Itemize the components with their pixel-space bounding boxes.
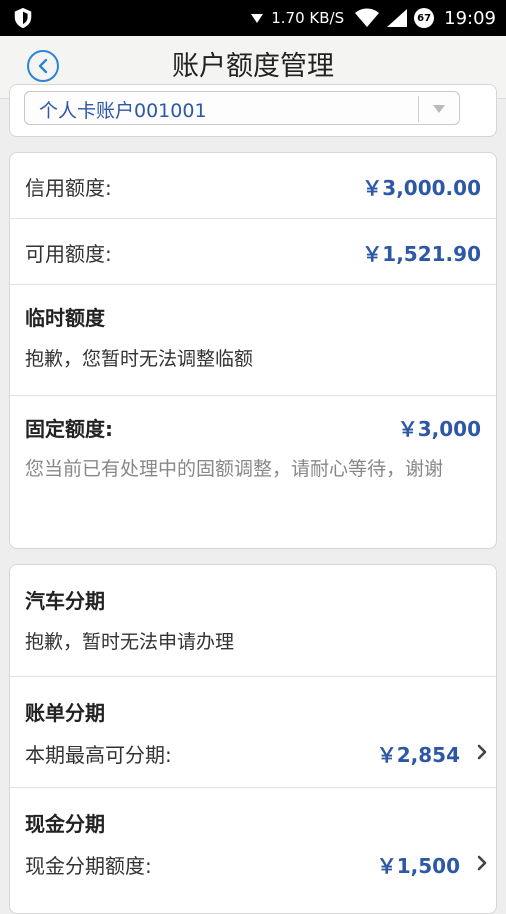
fixed-limit-note: 您当前已有处理中的固额调整，请耐心等待，谢谢 [25, 458, 444, 480]
fixed-limit-value: ￥3,000 [397, 417, 481, 441]
cash-installment-title: 现金分期 [25, 812, 105, 836]
credit-limit-label: 信用额度: [25, 175, 112, 200]
limits-card: 信用额度: ￥3,000.00 可用额度: ￥1,521.90 临时额度 抱歉，… [9, 152, 497, 549]
clock: 19:09 [444, 7, 496, 29]
temporary-limit-row: 临时额度 抱歉，您暂时无法调整临额 [10, 285, 496, 396]
notification-badge: 67 [414, 8, 435, 28]
wifi-icon [355, 8, 380, 27]
credit-limit-row: 信用额度: ￥3,000.00 [10, 153, 496, 219]
status-bar: 1.70 KB/S 67 19:09 [0, 0, 506, 36]
download-arrow-icon [251, 14, 264, 23]
cash-installment-row[interactable]: 现金分期 现金分期额度: ￥1,500 [10, 788, 496, 913]
account-select[interactable]: 个人卡账户001001 [24, 91, 460, 125]
cash-installment-label: 现金分期额度: [25, 854, 152, 878]
signal-icon [387, 9, 408, 27]
shield-icon [14, 7, 32, 29]
bill-installment-title: 账单分期 [25, 701, 105, 725]
fixed-limit-row: 固定额度: ￥3,000 您当前已有处理中的固额调整，请耐心等待，谢谢 [10, 396, 496, 548]
chevron-right-icon [477, 855, 487, 871]
temporary-limit-note: 抱歉，您暂时无法调整临额 [25, 348, 254, 370]
account-card: 个人卡账户001001 [9, 84, 497, 137]
car-installment-row: 汽车分期 抱歉，暂时无法申请办理 [10, 565, 496, 677]
chevron-right-icon [477, 744, 487, 760]
cash-installment-value: ￥1,500 [376, 854, 460, 878]
available-limit-label: 可用额度: [25, 241, 112, 266]
credit-limit-value: ￥3,000.00 [362, 175, 481, 200]
bill-installment-value: ￥2,854 [376, 743, 460, 767]
car-installment-title: 汽车分期 [25, 589, 105, 613]
network-speed: 1.70 KB/S [271, 9, 345, 27]
available-limit-value: ￥1,521.90 [362, 241, 481, 266]
fixed-limit-title: 固定额度: [25, 417, 113, 441]
installments-card: 汽车分期 抱歉，暂时无法申请办理 账单分期 本期最高可分期: ￥2,854 现金… [9, 564, 497, 914]
car-installment-note: 抱歉，暂时无法申请办理 [25, 631, 235, 653]
dropdown-arrow-icon [433, 105, 445, 113]
bill-installment-row[interactable]: 账单分期 本期最高可分期: ￥2,854 [10, 677, 496, 788]
temporary-limit-title: 临时额度 [25, 306, 105, 330]
account-select-value: 个人卡账户001001 [39, 100, 207, 122]
available-limit-row: 可用额度: ￥1,521.90 [10, 219, 496, 285]
bill-installment-label: 本期最高可分期: [25, 743, 172, 767]
